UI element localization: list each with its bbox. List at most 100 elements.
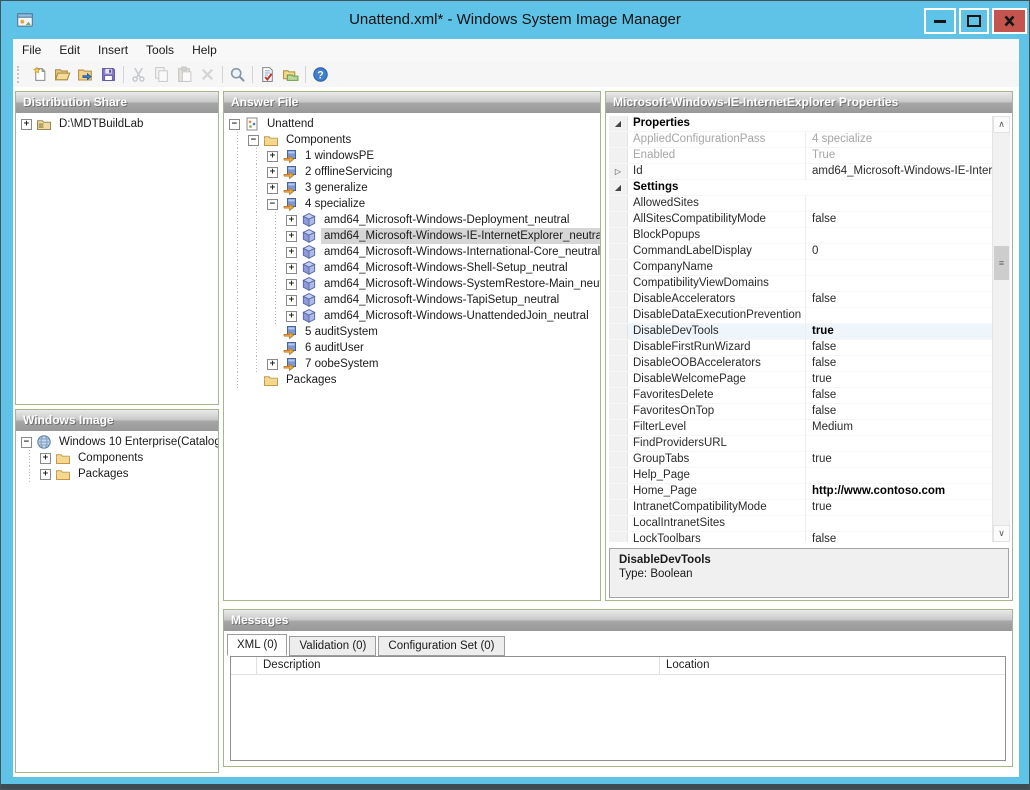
expand-icon[interactable]: +: [21, 119, 32, 130]
tree-item[interactable]: +1 windowsPE: [229, 148, 600, 164]
expand-icon[interactable]: +: [267, 167, 278, 178]
paste-button[interactable]: [173, 63, 196, 85]
property-name[interactable]: Home_Page: [628, 484, 806, 499]
tree-item-label[interactable]: Packages: [283, 372, 340, 388]
property-value[interactable]: true: [806, 500, 992, 515]
property-row[interactable]: IntranetCompatibilityModetrue: [609, 500, 992, 516]
property-value[interactable]: amd64_Microsoft-Windows-IE-InternetEx: [806, 164, 992, 179]
property-name[interactable]: Id: [628, 164, 806, 179]
property-name[interactable]: CommandLabelDisplay: [628, 244, 806, 259]
tree-item-label[interactable]: 4 specialize: [302, 196, 368, 212]
property-value[interactable]: True: [806, 148, 992, 163]
collapse-icon[interactable]: −: [229, 119, 240, 130]
property-name[interactable]: FavoritesOnTop: [628, 404, 806, 419]
tree-item[interactable]: +Components: [21, 450, 218, 466]
property-name[interactable]: DisableFirstRunWizard: [628, 340, 806, 355]
property-row[interactable]: Home_Pagehttp://www.contoso.com: [609, 484, 992, 500]
toolbar-grip[interactable]: [17, 66, 23, 83]
property-value[interactable]: [806, 228, 992, 243]
tree-item[interactable]: +2 offlineServicing: [229, 164, 600, 180]
expand-icon[interactable]: +: [267, 151, 278, 162]
property-name[interactable]: CompatibilityViewDomains: [628, 276, 806, 291]
property-row[interactable]: DisableWelcomePagetrue: [609, 372, 992, 388]
property-name[interactable]: IntranetCompatibilityMode: [628, 500, 806, 515]
help-button[interactable]: ?: [309, 63, 332, 85]
property-row[interactable]: LockToolbarsfalse: [609, 532, 992, 542]
tree-item-label[interactable]: Windows 10 Enterprise(Catalog): [56, 434, 218, 450]
property-value[interactable]: [806, 276, 992, 291]
tree-item-label[interactable]: 5 auditSystem: [302, 324, 381, 340]
tree-item[interactable]: − Unattend: [229, 116, 600, 132]
tree-item-label[interactable]: 1 windowsPE: [302, 148, 377, 164]
tree-item-label[interactable]: amd64_Microsoft-Windows-Deployment_neutr…: [321, 212, 572, 228]
property-value[interactable]: false: [806, 356, 992, 371]
property-row[interactable]: CommandLabelDisplay0: [609, 244, 992, 260]
tree-item-label[interactable]: 2 offlineServicing: [302, 164, 395, 180]
copy-button[interactable]: [150, 63, 173, 85]
tree-item[interactable]: +amd64_Microsoft-Windows-Shell-Setup_neu…: [229, 260, 600, 276]
tree-item[interactable]: −Components: [229, 132, 600, 148]
tree-item-label[interactable]: amd64_Microsoft-Windows-SystemRestore-Ma…: [321, 276, 600, 292]
tree-item-label[interactable]: Unattend: [264, 116, 317, 132]
property-row[interactable]: DisableDataExecutionPrevention: [609, 308, 992, 324]
tab-validation-0[interactable]: Validation (0): [289, 636, 376, 656]
property-category-row[interactable]: ◢Settings: [609, 180, 992, 196]
maximize-button[interactable]: [959, 8, 989, 34]
expand-icon[interactable]: +: [286, 215, 297, 226]
scroll-down-button[interactable]: ∨: [993, 525, 1010, 542]
menu-help[interactable]: Help: [183, 40, 226, 60]
property-value[interactable]: false: [806, 404, 992, 419]
property-value[interactable]: [806, 260, 992, 275]
tree-item[interactable]: + amd64_Microsoft-Windows-SystemRestore-M…: [229, 276, 600, 292]
tree-item[interactable]: + amd64_Microsoft-Windows-Deployment_neut…: [229, 212, 600, 228]
save-answer-file-button[interactable]: [97, 63, 120, 85]
tree-item-label[interactable]: amd64_Microsoft-Windows-Shell-Setup_neut…: [321, 260, 571, 276]
collapse-icon[interactable]: −: [21, 437, 32, 448]
category-expanded-icon[interactable]: ◢: [615, 180, 621, 195]
property-name[interactable]: CompanyName: [628, 260, 806, 275]
property-row[interactable]: DisableAcceleratorsfalse: [609, 292, 992, 308]
property-value[interactable]: 4 specialize: [806, 132, 992, 147]
property-row[interactable]: FindProvidersURL: [609, 436, 992, 452]
expand-icon[interactable]: +: [286, 279, 297, 290]
property-row[interactable]: CompanyName: [609, 260, 992, 276]
tree-item[interactable]: +amd64_Microsoft-Windows-TapiSetup_neutr…: [229, 292, 600, 308]
tree-item[interactable]: +amd64_Microsoft-Windows-UnattendedJoin_…: [229, 308, 600, 324]
tab-configuration-set-0[interactable]: Configuration Set (0): [378, 636, 504, 656]
collapse-icon[interactable]: −: [248, 135, 259, 146]
property-value[interactable]: false: [806, 212, 992, 227]
property-row[interactable]: AllowedSites: [609, 196, 992, 212]
property-value[interactable]: false: [806, 292, 992, 307]
property-name[interactable]: Help_Page: [628, 468, 806, 483]
find-button[interactable]: [226, 63, 249, 85]
expand-icon[interactable]: +: [286, 295, 297, 306]
property-name[interactable]: DisableDevTools: [628, 324, 806, 339]
tree-item[interactable]: + D:\MDTBuildLab: [21, 116, 218, 132]
tree-item-label[interactable]: D:\MDTBuildLab: [56, 116, 146, 132]
property-name[interactable]: AppliedConfigurationPass: [628, 132, 806, 147]
tree-item[interactable]: +amd64_Microsoft-Windows-IE-InternetExpl…: [229, 228, 600, 244]
tree-item-label[interactable]: Packages: [75, 466, 132, 482]
tree-item-label[interactable]: amd64_Microsoft-Windows-UnattendedJoin_n…: [321, 308, 592, 324]
tree-item[interactable]: − Windows 10 Enterprise(Catalog): [21, 434, 218, 450]
scrollbar-thumb[interactable]: ≡: [994, 246, 1009, 280]
property-value[interactable]: false: [806, 340, 992, 355]
property-value[interactable]: false: [806, 532, 992, 542]
property-row[interactable]: DisableOOBAcceleratorsfalse: [609, 356, 992, 372]
expand-icon[interactable]: +: [267, 183, 278, 194]
vertical-scrollbar[interactable]: ∧ ≡ ∨: [992, 116, 1010, 542]
property-row[interactable]: FilterLevelMedium: [609, 420, 992, 436]
property-name[interactable]: DisableWelcomePage: [628, 372, 806, 387]
expand-icon[interactable]: +: [40, 469, 51, 480]
property-name[interactable]: BlockPopups: [628, 228, 806, 243]
tree-item-label[interactable]: 7 oobeSystem: [302, 356, 382, 372]
property-value[interactable]: [806, 436, 992, 451]
property-name[interactable]: LockToolbars: [628, 532, 806, 542]
property-row[interactable]: ▷Idamd64_Microsoft-Windows-IE-InternetEx: [609, 164, 992, 180]
property-name[interactable]: Enabled: [628, 148, 806, 163]
property-row[interactable]: DisableFirstRunWizardfalse: [609, 340, 992, 356]
expand-icon[interactable]: +: [286, 231, 297, 242]
tree-item[interactable]: Packages: [229, 372, 600, 388]
minimize-button[interactable]: [924, 8, 956, 34]
property-row[interactable]: BlockPopups: [609, 228, 992, 244]
